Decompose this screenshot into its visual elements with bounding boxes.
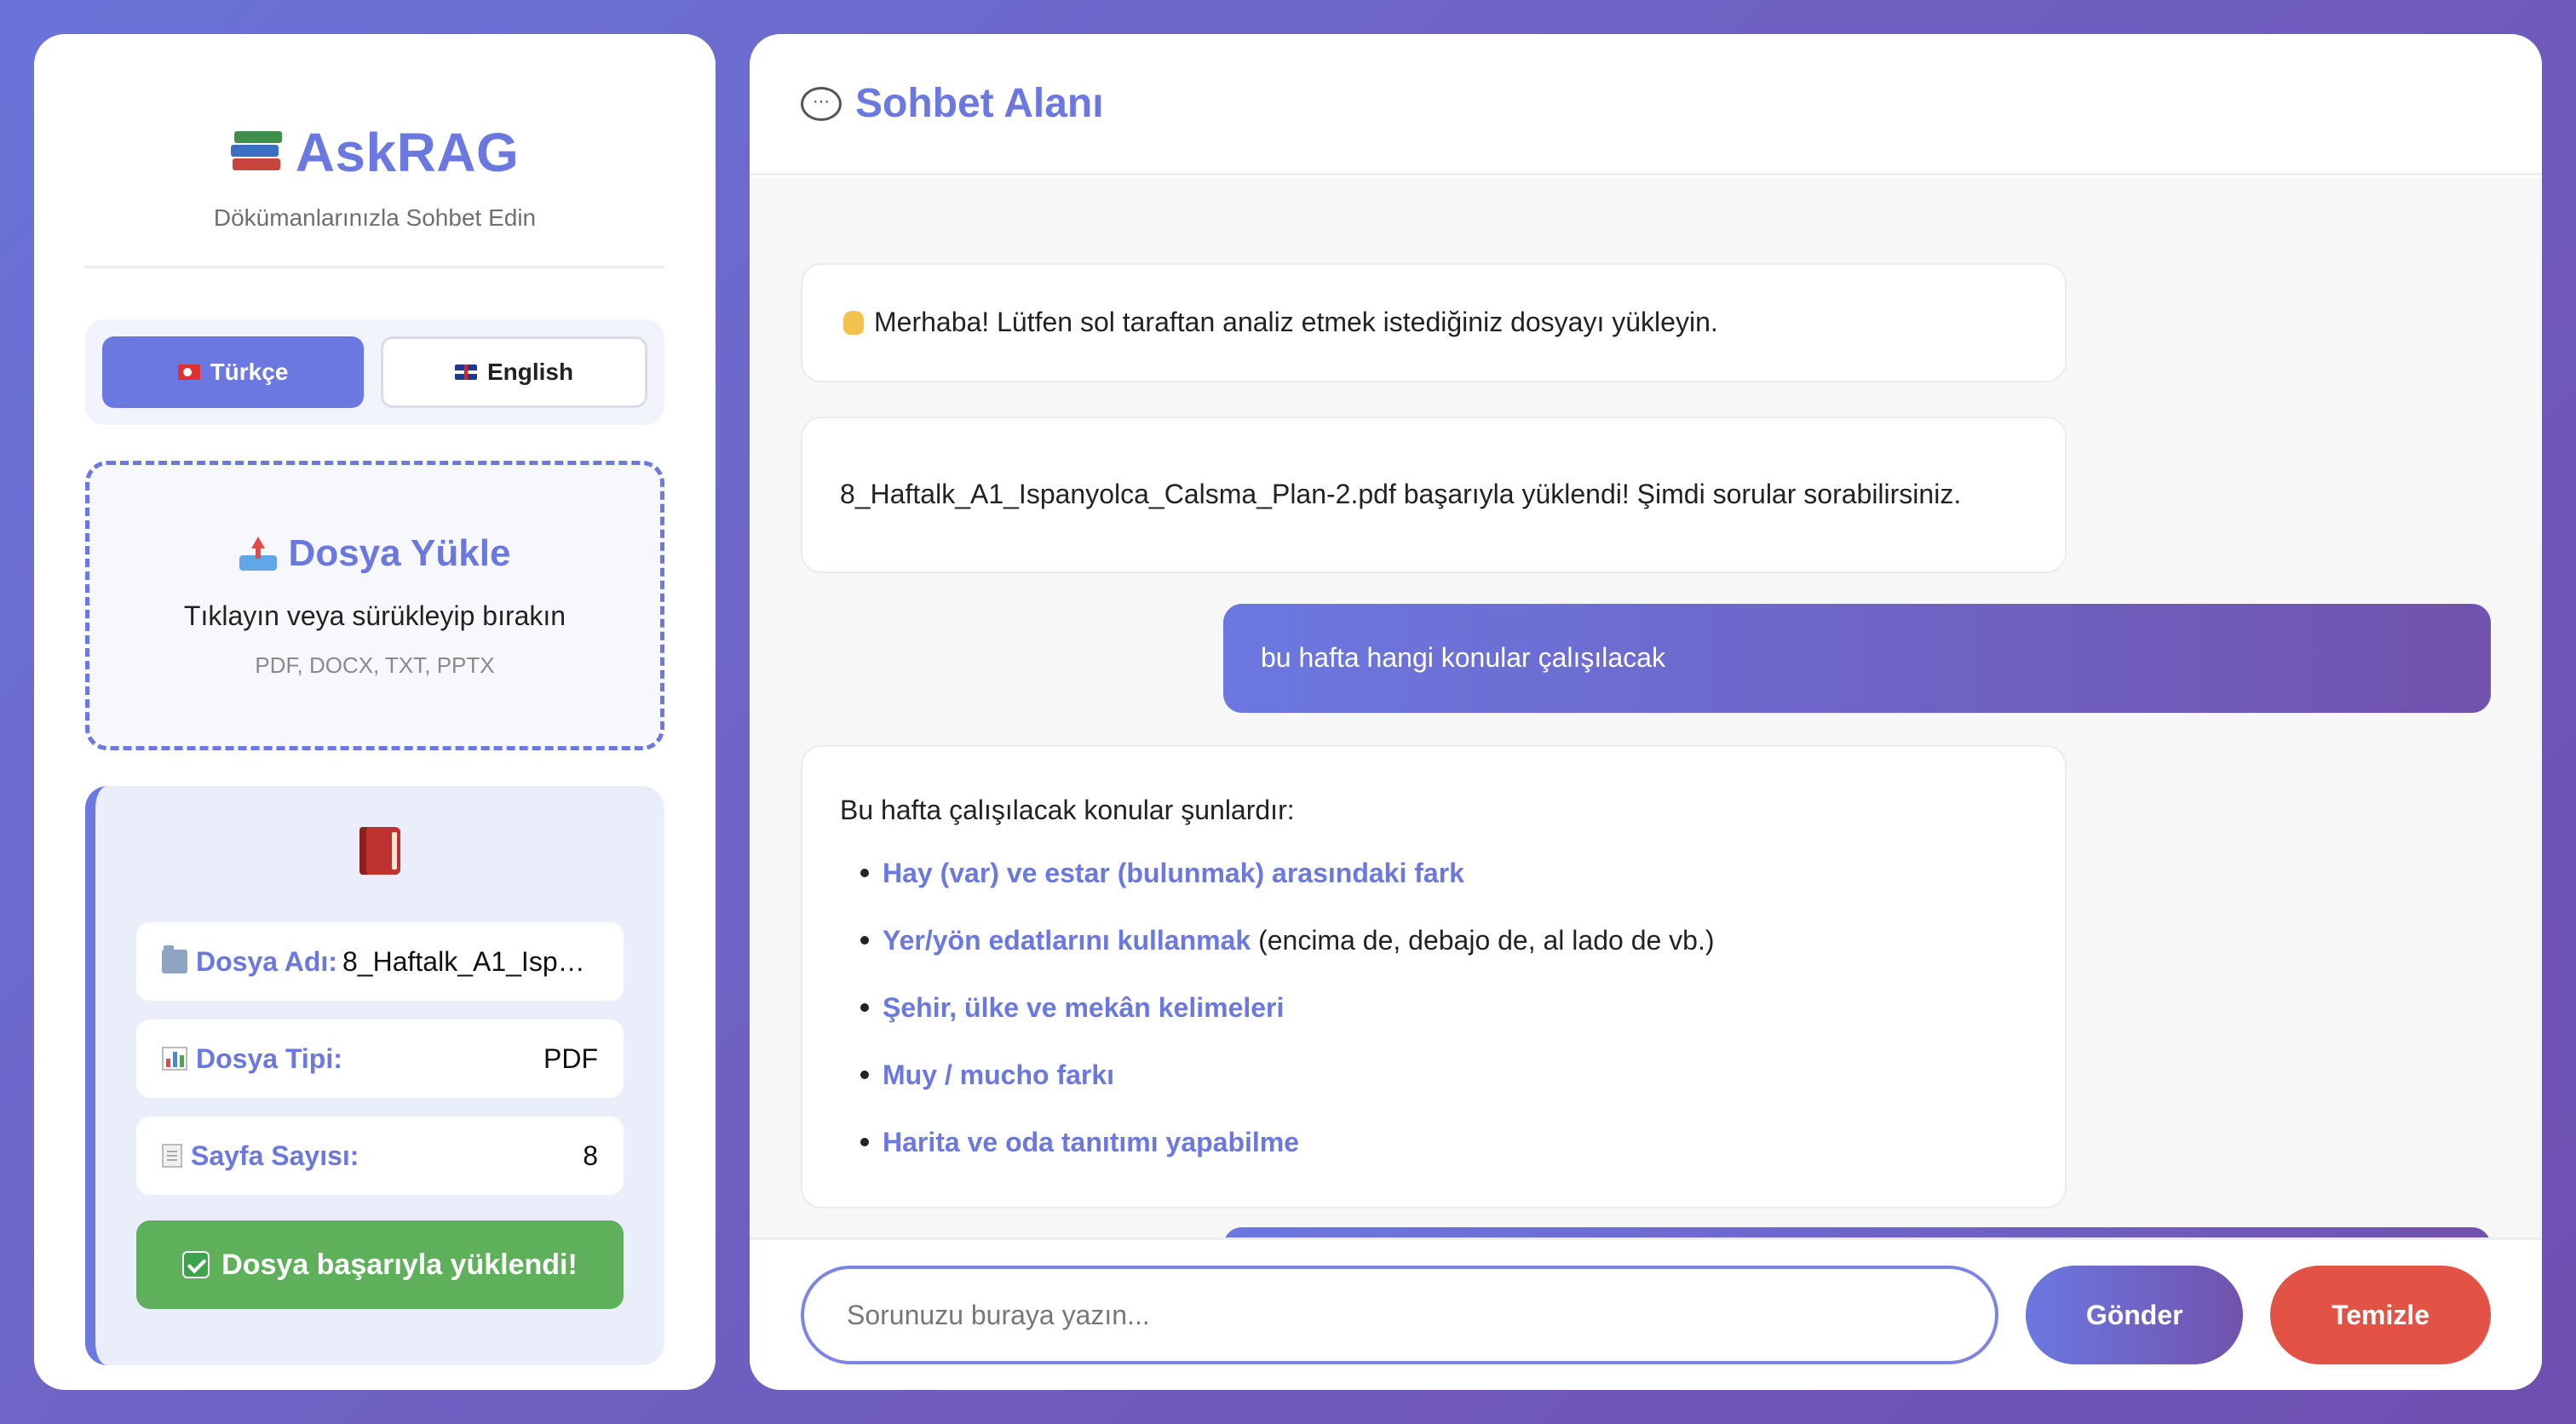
user-message-partial <box>1223 1227 2491 1237</box>
user-message: bu hafta hangi konular çalışılacak <box>1223 604 2491 713</box>
upload-file-types: PDF, DOCX, TXT, PPTX <box>255 652 495 678</box>
message-intro: Bu hafta çalışılacak konular şunlardır: <box>840 795 1295 826</box>
upload-success-text: Dosya başarıyla yüklendi! <box>221 1248 578 1281</box>
list-item-rest: (encima de, debajo de, al lado de vb.) <box>1251 924 1715 956</box>
message-content: Merhaba! Lütfen sol taraftan analiz etme… <box>840 304 2027 341</box>
file-type-label-group: Dosya Tipi: <box>162 1043 342 1075</box>
list-item-keyword: Muy / mucho farkı <box>883 1059 1115 1091</box>
speech-bubble-icon <box>801 86 842 121</box>
file-upload-dropzone[interactable]: Dosya Yükle Tıklayın veya sürükleyip bır… <box>85 461 664 750</box>
list-item: Muy / mucho farkı <box>840 1057 2027 1094</box>
file-name-label: Dosya Adı: <box>196 945 337 977</box>
divider <box>85 266 664 268</box>
file-name-row: Dosya Adı: 8_Haftalk_A1_Ispanyolca_Calsm… <box>136 922 624 1001</box>
brand-title: AskRAG <box>295 122 520 183</box>
clear-button[interactable]: Temizle <box>2270 1266 2491 1364</box>
list-item-keyword: Hay (var) ve estar (bulunmak) arasındaki… <box>883 857 1464 888</box>
topic-list: Hay (var) ve estar (bulunmak) arasındaki… <box>840 855 2027 1162</box>
sidebar: AskRAG Dökümanlarınızla Sohbet Edin Türk… <box>34 34 716 1390</box>
list-item: Şehir, ülke ve mekân kelimeleri <box>840 990 2027 1026</box>
page-count-label: Sayfa Sayısı: <box>191 1140 359 1171</box>
list-item: Yer/yön edatlarını kullanmak (encima de,… <box>840 922 2027 959</box>
bot-message: 8_Haftalk_A1_Ispanyolca_Calsma_Plan-2.pd… <box>801 416 2067 573</box>
list-item: Harita ve oda tanıtımı yapabilme <box>840 1124 2027 1161</box>
page-count-label-group: Sayfa Sayısı: <box>162 1140 359 1172</box>
list-item-keyword: Yer/yön edatlarını kullanmak <box>883 924 1251 956</box>
bot-message: Bu hafta çalışılacak konular şunlardır: … <box>801 745 2067 1209</box>
message-text: bu hafta hangi konular çalışılacak <box>1261 642 1665 674</box>
upload-hint: Tıklayın veya sürükleyip bırakın <box>183 600 566 631</box>
books-icon <box>230 128 282 177</box>
waving-hand-icon <box>840 304 867 341</box>
file-type-row: Dosya Tipi: PDF <box>136 1019 624 1098</box>
chat-header: Sohbet Alanı <box>750 34 2542 175</box>
upload-title-text: Dosya Yükle <box>288 532 511 574</box>
message-text: Merhaba! Lütfen sol taraftan analiz etme… <box>874 307 1718 338</box>
red-book-icon <box>359 827 400 875</box>
page-count-row: Sayfa Sayısı: 8 <box>136 1117 624 1195</box>
file-name-label-group: Dosya Adı: <box>162 945 337 978</box>
check-mark-icon <box>182 1251 210 1278</box>
bar-chart-icon <box>162 1047 187 1071</box>
inbox-tray-icon <box>239 537 277 571</box>
message-composer: Gönder Temizle <box>750 1237 2542 1390</box>
list-item-keyword: Şehir, ülke ve mekân kelimeleri <box>883 992 1285 1023</box>
turkey-flag-icon <box>177 365 200 380</box>
uk-flag-icon <box>454 365 477 380</box>
language-label: English <box>486 359 574 385</box>
upload-success-banner: Dosya başarıyla yüklendi! <box>136 1220 624 1309</box>
message-list[interactable]: Merhaba! Lütfen sol taraftan analiz etme… <box>750 178 2542 1237</box>
list-item-keyword: Harita ve oda tanıtımı yapabilme <box>883 1127 1300 1158</box>
file-info-card: Dosya Adı: 8_Haftalk_A1_Ispanyolca_Calsm… <box>85 786 664 1365</box>
brand: AskRAG <box>85 121 664 184</box>
list-item: Hay (var) ve estar (bulunmak) arasındaki… <box>840 855 2027 892</box>
chat-input[interactable] <box>801 1266 1999 1364</box>
send-button[interactable]: Gönder <box>2026 1266 2244 1364</box>
page-icon <box>162 1144 182 1168</box>
bot-message: Merhaba! Lütfen sol taraftan analiz etme… <box>801 263 2067 382</box>
chat-title: Sohbet Alanı <box>855 81 1104 126</box>
language-switcher: Türkçe English <box>85 319 664 425</box>
language-label: Türkçe <box>210 359 289 385</box>
language-button-english[interactable]: English <box>381 336 647 408</box>
chat-panel: Sohbet Alanı Merhaba! Lütfen sol tarafta… <box>750 34 2542 1390</box>
message-text: 8_Haftalk_A1_Ispanyolca_Calsma_Plan-2.pd… <box>840 479 1962 510</box>
upload-title: Dosya Yükle <box>239 532 511 575</box>
page-count-value: 8 <box>583 1140 598 1171</box>
file-type-label: Dosya Tipi: <box>196 1042 342 1074</box>
file-name-value: 8_Haftalk_A1_Ispanyolca_Calsma_Plan-2.pd… <box>342 945 598 977</box>
brand-subtitle: Dökümanlarınızla Sohbet Edin <box>213 204 537 231</box>
file-type-value: PDF <box>543 1042 598 1074</box>
folder-icon <box>162 945 187 973</box>
language-button-turkish[interactable]: Türkçe <box>102 336 364 408</box>
